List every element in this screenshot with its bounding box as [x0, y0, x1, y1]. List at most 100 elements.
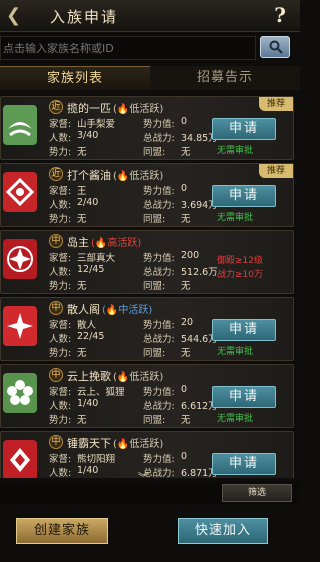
search-input[interactable] [0, 36, 256, 60]
apply-button[interactable]: 申请 [212, 118, 276, 140]
power-value: 无 [77, 147, 87, 158]
quick-join-button[interactable]: 快速加入 [178, 518, 268, 544]
flower-emblem-icon [3, 239, 37, 279]
influence-label: 势力值: [143, 253, 175, 264]
leader-value: 云上、狐狸 [77, 387, 125, 398]
no-approval-note: 无需审批 [217, 347, 254, 357]
no-approval-note: 无需审批 [217, 213, 254, 223]
family-name: 锤霸天下 [67, 437, 111, 450]
members-label: 人数: [49, 401, 72, 412]
influence-value: 0 [181, 116, 188, 127]
alliance-label: 同盟: [143, 281, 166, 292]
members-label: 人数: [49, 334, 72, 345]
members-value: 3/40 [77, 130, 99, 141]
influence-label: 势力值: [143, 320, 175, 331]
influence-value: 0 [181, 384, 188, 395]
family-row[interactable]: 中云上挽歌 (🔥低活跃) 家督: 云上、狐狸 人数: 1/40 势力: 无势力值: 0 总战力: 6… [0, 364, 294, 428]
alliance-value: 无 [181, 214, 191, 225]
tab-recruit-notice[interactable]: 招募告示 [150, 66, 300, 90]
tab-bar: 家族列表 招募告示 [0, 66, 300, 90]
help-button[interactable]: ? [274, 3, 286, 27]
create-family-button[interactable]: 创建家族 [16, 518, 108, 544]
members-value: 2/40 [77, 197, 99, 208]
leader-label: 家督: [49, 387, 72, 398]
star-emblem-icon [3, 306, 37, 346]
influence-label: 势力值: [143, 186, 175, 197]
family-rank-badge: 中 [49, 435, 63, 449]
search-button[interactable] [260, 36, 290, 58]
power-value: 无 [77, 214, 87, 225]
power-value: 无 [77, 415, 87, 426]
alliance-value: 无 [181, 348, 191, 359]
power-value: 无 [77, 348, 87, 359]
influence-label: 势力值: [143, 454, 175, 465]
requirement-level: 御殿≥12级 [217, 256, 263, 266]
members-label: 人数: [49, 468, 72, 478]
influence-value: 200 [181, 250, 200, 261]
family-list: 近揽的一匹 (🔥低活跃) 家督: 山手梨爱 人数: 3/40 势力: 无势力值: 0 总战力: 34… [0, 96, 300, 478]
leader-label: 家督: [49, 454, 72, 465]
members-label: 人数: [49, 200, 72, 211]
leader-value: 山手梨爱 [77, 119, 116, 130]
power-label: 势力: [49, 147, 72, 158]
activity-level: (🔥低活跃) [113, 171, 164, 182]
alliance-label: 同盟: [143, 415, 166, 426]
search-icon [269, 40, 283, 54]
activity-level: (🔥低活跃) [113, 439, 164, 450]
activity-level: (🔥低活跃) [113, 104, 164, 115]
apply-button[interactable]: 申请 [212, 453, 276, 475]
power-label: 势力: [49, 281, 72, 292]
apply-button[interactable]: 申请 [212, 319, 276, 341]
total-power-label: 总战力: [143, 267, 175, 278]
family-name: 打个酱油 [67, 169, 111, 182]
total-power-value: 512.6万 [181, 267, 218, 278]
members-label: 人数: [49, 133, 72, 144]
members-value: 22/45 [77, 331, 105, 342]
total-power-label: 总战力: [143, 334, 175, 345]
family-rank-badge: 中 [49, 234, 63, 248]
members-value: 1/40 [77, 398, 99, 409]
swirl-emblem-icon [3, 172, 37, 212]
power-label: 势力: [49, 348, 72, 359]
activity-level: (🔥中活跃) [102, 305, 153, 316]
page-title: 入族申请 [50, 8, 119, 26]
influence-label: 势力值: [143, 119, 175, 130]
back-arrow-icon[interactable]: ❮ [6, 7, 21, 25]
apply-button[interactable]: 申请 [212, 386, 276, 408]
no-approval-note: 无需审批 [217, 414, 254, 424]
recommended-badge: 推荐 [259, 97, 293, 111]
alliance-label: 同盟: [143, 147, 166, 158]
alliance-value: 无 [181, 415, 191, 426]
leader-label: 家督: [49, 253, 72, 264]
family-row[interactable]: 近揽的一匹 (🔥低活跃) 家督: 山手梨爱 人数: 3/40 势力: 无势力值: 0 总战力: 34… [0, 96, 294, 160]
alliance-value: 无 [181, 147, 191, 158]
leader-value: 散人 [77, 320, 97, 331]
apply-button[interactable]: 申请 [212, 185, 276, 207]
influence-value: 20 [181, 317, 194, 328]
family-name: 岛主 [67, 236, 89, 249]
alliance-label: 同盟: [143, 214, 166, 225]
activity-level: (🔥低活跃) [113, 372, 164, 383]
header-bar: ❮ 入族申请 ? [0, 0, 300, 32]
requirement-power: 战力≥10万 [217, 270, 263, 280]
alliance-label: 同盟: [143, 348, 166, 359]
total-power-label: 总战力: [143, 200, 175, 211]
family-name: 散人阁 [67, 303, 100, 316]
members-value: 12/45 [77, 264, 105, 275]
family-rank-badge: 近 [49, 100, 63, 114]
total-power-label: 总战力: [143, 401, 175, 412]
members-value: 1/40 [77, 465, 99, 476]
family-row[interactable]: 中岛主 (🔥高活跃) 家督: 三部真大 人数: 12/45 势力: 无 势力值: 200 总战力: 5… [0, 230, 294, 294]
plum-emblem-icon [3, 373, 37, 413]
wave-emblem-icon [3, 105, 37, 145]
influence-label: 势力值: [143, 387, 175, 398]
family-rank-badge: 近 [49, 167, 63, 181]
family-row[interactable]: 近打个酱油 (🔥低活跃) 家督: 王人数: 2/40 势力: 无势力值: 0 总战力: 3.694… [0, 163, 294, 227]
total-power-label: 总战力: [143, 133, 175, 144]
filter-button[interactable]: 筛选 [222, 484, 292, 502]
family-row[interactable]: 中散人阁 (🔥中活跃) 家督: 散人 人数: 22/45 势力: 无势力值: 20 总战力: 544… [0, 297, 294, 361]
leader-label: 家督: [49, 186, 72, 197]
tab-family-list[interactable]: 家族列表 [0, 66, 150, 90]
recommended-badge: 推荐 [259, 164, 293, 178]
diamond-emblem-icon [3, 440, 37, 478]
